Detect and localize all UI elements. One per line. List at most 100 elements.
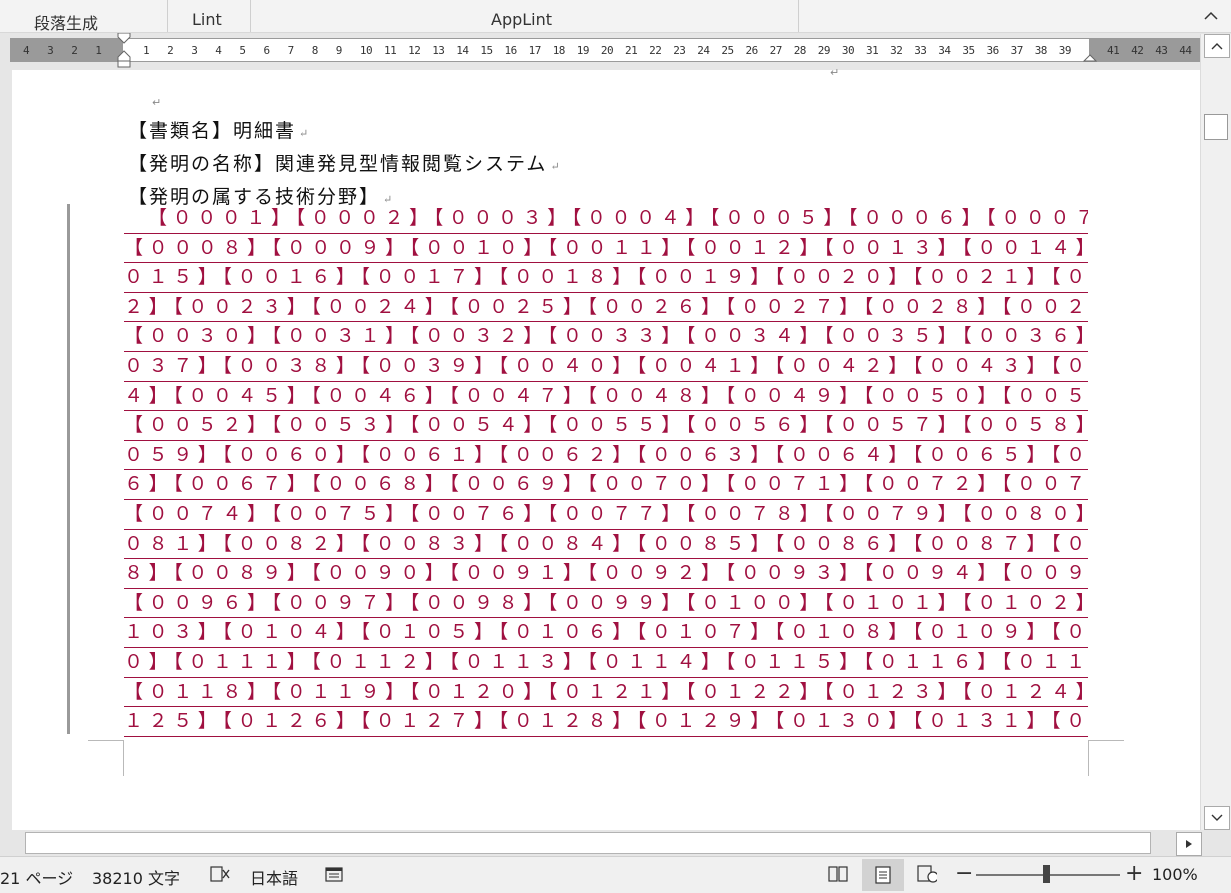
scroll-down-button[interactable] <box>1204 806 1230 830</box>
ruler-tick-label: 35 <box>962 44 975 57</box>
ruler-tick-label: 41 <box>1107 44 1120 57</box>
ruler-tick-label: 1 <box>143 44 150 57</box>
ruler-tick-label: 36 <box>986 44 1000 57</box>
ruler-tick-label: 18 <box>552 44 566 57</box>
ruler-tick-label: 20 <box>600 44 614 57</box>
ruler-tick-label: 25 <box>721 44 734 57</box>
ruler-tick-label: 28 <box>793 44 807 57</box>
zoom-level[interactable]: 100% <box>1152 865 1198 884</box>
ribbon-group-paragraph-gen[interactable]: 段落生成 <box>0 0 168 33</box>
ruler-tick-label: 37 <box>1010 44 1024 57</box>
paragraph-number-line[interactable]: ０５９】【００６０】【００６１】【００６２】【００６３】【００６４】【００６５】… <box>124 441 1088 471</box>
paragraph-number-line[interactable]: １２５】【０１２６】【０１２７】【０１２８】【０１２９】【０１３０】【０１３１】… <box>124 707 1088 737</box>
ribbon-group-label: Lint <box>192 10 222 29</box>
ruler-tick-label: 9 <box>335 44 343 57</box>
language-indicator[interactable]: 日本語 <box>250 865 298 889</box>
ruler-tick-label: 16 <box>504 44 518 57</box>
scroll-up-button[interactable] <box>1204 34 1230 58</box>
ruler-tick-label: 31 <box>866 44 879 57</box>
ruler-tick-label: 17 <box>528 44 542 57</box>
ruler-bar: 4 3 2 1 1 2 3 4 5 6 7 8 9 10 11 12 13 14 15 16 17 18 19 20 21 22 2… <box>0 33 1202 70</box>
paragraph-number-line[interactable]: １０３】【０１０４】【０１０５】【０１０６】【０１０７】【０１０８】【０１０９】… <box>124 618 1088 648</box>
paragraph-number-line[interactable]: ０３７】【００３８】【００３９】【００４０】【００４１】【００４２】【００４３】… <box>124 352 1088 382</box>
crop-mark-bottom-right <box>1088 740 1124 776</box>
paragraph-number-line[interactable]: 【０００８】【０００９】【００１０】【００１１】【００１２】【００１３】【００１… <box>124 234 1088 264</box>
paragraph-number-line[interactable]: ６】【００６７】【００６８】【００６９】【００７０】【００７１】【００７２】【０… <box>124 470 1088 500</box>
chevron-down-icon <box>1211 814 1223 821</box>
heading-invention-title[interactable]: 【発明の名称】関連発見型情報閲覧システム ↵ <box>128 149 560 182</box>
first-line-indent-marker[interactable] <box>117 33 131 69</box>
ribbon-group-applint[interactable]: AppLint <box>251 0 799 32</box>
ruler-tick-label: 33 <box>914 44 927 57</box>
print-layout-icon[interactable] <box>862 859 904 891</box>
ruler-tick-label: 10 <box>359 44 373 57</box>
ruler-tick-label: 12 <box>408 44 421 57</box>
vertical-scrollbar[interactable] <box>1200 34 1231 830</box>
ruler-tick-label: 3 <box>47 44 54 57</box>
ruler-tick-label: 39 <box>1058 44 1072 57</box>
collapse-ribbon-button[interactable] <box>1203 8 1219 24</box>
paragraph-number-line[interactable]: ８】【００８９】【００９０】【００９１】【００９２】【００９３】【００９４】【０… <box>124 559 1088 589</box>
paragraph-mark: ↵ <box>299 127 309 140</box>
ribbon-group-lint[interactable]: Lint <box>168 0 251 32</box>
ruler-tick-label: 22 <box>649 44 662 57</box>
chevron-right-icon <box>1186 840 1192 848</box>
ruler-tick-label: 13 <box>432 44 445 57</box>
ruler-tick-label: 27 <box>769 44 783 57</box>
scroll-right-button[interactable] <box>1176 832 1202 856</box>
ruler-tick-label: 21 <box>625 44 638 57</box>
paragraph-number-line[interactable]: 【００９６】【００９７】【００９８】【００９９】【０１００】【０１０１】【０１０… <box>124 589 1088 619</box>
paragraph-number-line[interactable]: 【０１１８】【０１１９】【０１２０】【０１２１】【０１２２】【０１２３】【０１２… <box>124 678 1088 708</box>
paragraph-number-line[interactable]: ０】【０１１１】【０１１２】【０１１３】【０１１４】【０１１５】【０１１６】【０… <box>124 648 1088 678</box>
paragraph-mark: ↵ <box>550 160 560 173</box>
horizontal-ruler[interactable]: 4 3 2 1 1 2 3 4 5 6 7 8 9 10 11 12 13 14 15 16 17 18 19 20 21 22 2… <box>10 33 1202 68</box>
paragraph-number-line[interactable]: 【００５２】【００５３】【００５４】【００５５】【００５６】【００５７】【００５… <box>124 411 1088 441</box>
ribbon-bar: 段落生成 Lint AppLint <box>0 0 1231 33</box>
ruler-tick-label: 29 <box>817 44 831 57</box>
scroll-track[interactable] <box>25 832 1151 854</box>
ruler-tick-label: 43 <box>1155 44 1168 57</box>
ruler-tick-label: 23 <box>673 44 686 57</box>
ruler-tick-label: 4 <box>23 44 30 57</box>
chevron-up-icon <box>1204 11 1218 20</box>
horizontal-scrollbar[interactable] <box>0 830 1231 856</box>
ruler-tick-label: 30 <box>841 44 855 57</box>
ruler-tick-label: 14 <box>456 44 469 57</box>
ruler-tick-label: 19 <box>576 44 590 57</box>
document-headings[interactable]: 【書類名】明細書 ↵ 【発明の名称】関連発見型情報閲覧システム ↵ 【発明の属する技… <box>128 116 560 215</box>
scroll-thumb[interactable] <box>1204 114 1228 140</box>
crop-mark-bottom-left <box>88 740 124 776</box>
paragraph-number-line[interactable]: 【００７４】【００７５】【００７６】【００７７】【００７８】【００７９】【００８… <box>124 500 1088 530</box>
ruler-tick-label: 32 <box>890 44 903 57</box>
web-layout-icon[interactable] <box>917 864 937 884</box>
ruler-tick-label: 6 <box>263 44 271 57</box>
paragraph-number-line[interactable]: ０１５】【００１６】【００１７】【００１８】【００１９】【００２０】【００２１】… <box>124 263 1088 293</box>
paragraph-number-line[interactable]: 【０００１】【０００２】【０００３】【０００４】【０００５】【０００６】【０００… <box>124 204 1088 234</box>
paragraph-number-line[interactable]: ４】【００４５】【００４６】【００４７】【００４８】【００４９】【００５０】【０… <box>124 382 1088 412</box>
heading-document-name[interactable]: 【書類名】明細書 ↵ <box>128 116 560 149</box>
ruler-tick-label: 2 <box>71 44 78 57</box>
inserted-paragraph-numbers[interactable]: 【０００１】【０００２】【０００３】【０００４】【０００５】【０００６】【０００… <box>124 204 1088 737</box>
paragraph-number-line[interactable]: ２】【００２３】【００２４】【００２５】【００２６】【００２７】【００２８】【０… <box>124 293 1088 323</box>
read-mode-icon[interactable] <box>828 864 848 884</box>
ruler-tick-label: 8 <box>311 44 319 57</box>
ruler-tick-label: 4 <box>215 44 222 57</box>
page-count[interactable]: 21 ページ <box>0 865 73 889</box>
right-indent-marker[interactable] <box>1083 49 1097 63</box>
zoom-in-button[interactable]: + <box>1125 861 1143 886</box>
zoom-slider-thumb[interactable] <box>1043 865 1050 883</box>
heading-text: 【発明の名称】関連発見型情報閲覧システム <box>128 153 548 175</box>
paragraph-number-line[interactable]: ０８１】【００８２】【００８３】【００８４】【００８５】【００８６】【００８７】… <box>124 530 1088 560</box>
ruler-tick-label: 44 <box>1179 44 1192 57</box>
ruler-tick-label: 7 <box>287 44 295 57</box>
word-count[interactable]: 38210 文字 <box>92 865 180 889</box>
proofing-icon[interactable] <box>210 864 230 884</box>
ruler-tick-label: 5 <box>239 44 246 57</box>
zoom-out-button[interactable]: − <box>955 861 973 886</box>
chevron-up-icon <box>1211 43 1223 50</box>
status-bar: 21 ページ 38210 文字 日本語 − + 100% <box>0 856 1231 893</box>
paragraph-mark: ↵ <box>830 66 840 79</box>
macro-recording-icon[interactable] <box>325 864 345 884</box>
ruler-tick-label: 3 <box>191 44 198 57</box>
paragraph-number-line[interactable]: 【００３０】【００３１】【００３２】【００３３】【００３４】【００３５】【００３… <box>124 322 1088 352</box>
